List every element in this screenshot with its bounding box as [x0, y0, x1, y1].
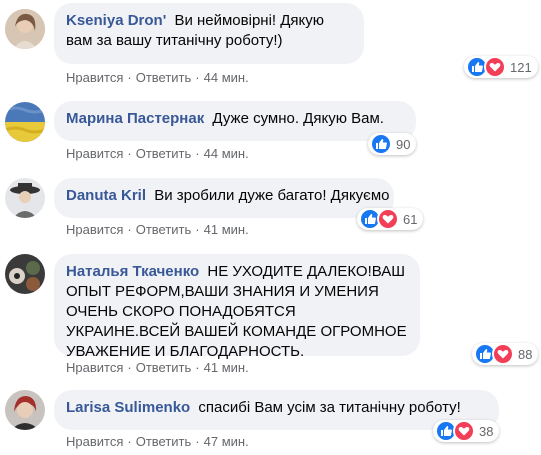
- reaction-count: 90: [396, 136, 411, 152]
- comment-text: Ви зробили дуже багато! Дякуємо: [154, 187, 390, 204]
- comment-item: Kseniya Dron' Ви неймовірні! Дякую вам з…: [0, 0, 541, 90]
- reply-link[interactable]: Ответить: [136, 70, 192, 85]
- love-reaction-icon: [484, 56, 506, 78]
- reaction-summary[interactable]: 88: [472, 343, 539, 365]
- separator-dot: ·: [195, 222, 200, 237]
- separator-dot: ·: [195, 146, 200, 161]
- avatar[interactable]: [5, 102, 45, 142]
- comment-author[interactable]: Danuta Kril: [66, 187, 146, 204]
- comment-author[interactable]: Наталья Ткаченко: [66, 263, 199, 280]
- comment-item: Danuta Kril Ви зробили дуже багато! Дяку…: [0, 170, 541, 250]
- comment-item: Марина Пастернак Дуже сумно. Дякую Вам. …: [0, 90, 541, 170]
- avatar[interactable]: [5, 390, 45, 430]
- like-link[interactable]: Нравится: [66, 146, 123, 161]
- comment-text: Дуже сумно. Дякую Вам.: [212, 110, 384, 127]
- separator-dot: ·: [127, 434, 132, 449]
- separator-dot: ·: [127, 360, 132, 375]
- separator-dot: ·: [127, 222, 132, 237]
- comment-timestamp[interactable]: 41 мин.: [204, 360, 249, 375]
- like-link[interactable]: Нравится: [66, 360, 123, 375]
- separator-dot: ·: [195, 70, 200, 85]
- avatar[interactable]: [5, 178, 45, 218]
- reaction-summary[interactable]: 61: [357, 208, 424, 230]
- separator-dot: ·: [195, 360, 200, 375]
- comment-timestamp[interactable]: 44 мин.: [204, 70, 249, 85]
- reply-link[interactable]: Ответить: [136, 360, 192, 375]
- comment-actions: Нравится · Ответить · 41 мин.: [66, 222, 249, 237]
- comment-bubble: Larisa Sulimenko спасибі Вам усім за тит…: [54, 390, 499, 430]
- comment-item: Наталья Ткаченко НЕ УХОДИТЕ ДАЛЕКО!ВАШ О…: [0, 250, 541, 380]
- comment-bubble: Kseniya Dron' Ви неймовірні! Дякую вам з…: [54, 3, 364, 64]
- comment-author[interactable]: Larisa Sulimenko: [66, 399, 190, 416]
- love-reaction-icon: [377, 208, 399, 230]
- reply-link[interactable]: Ответить: [136, 146, 192, 161]
- like-link[interactable]: Нравится: [66, 70, 123, 85]
- reaction-count: 61: [403, 211, 418, 227]
- comment-actions: Нравится · Ответить · 47 мин.: [66, 434, 249, 449]
- comment-text: спасибі Вам усім за титанічну роботу!: [198, 399, 461, 416]
- comment-actions: Нравится · Ответить · 44 мин.: [66, 70, 249, 85]
- separator-dot: ·: [195, 434, 200, 449]
- reply-link[interactable]: Ответить: [136, 222, 192, 237]
- reaction-count: 38: [479, 423, 494, 439]
- reaction-summary[interactable]: 121: [464, 56, 538, 78]
- comment-author[interactable]: Kseniya Dron': [66, 12, 166, 29]
- love-reaction-icon: [492, 343, 514, 365]
- separator-dot: ·: [127, 70, 132, 85]
- separator-dot: ·: [127, 146, 132, 161]
- like-reaction-icon: [370, 133, 392, 155]
- comment-actions: Нравится · Ответить · 41 мин.: [66, 360, 249, 375]
- comment-actions: Нравится · Ответить · 44 мин.: [66, 146, 249, 161]
- reaction-count: 88: [518, 346, 533, 362]
- comment-author[interactable]: Марина Пастернак: [66, 110, 204, 127]
- reaction-count: 121: [510, 59, 532, 75]
- like-link[interactable]: Нравится: [66, 222, 123, 237]
- reaction-summary[interactable]: 38: [433, 420, 500, 442]
- avatar[interactable]: [5, 254, 45, 294]
- comment-bubble: Наталья Ткаченко НЕ УХОДИТЕ ДАЛЕКО!ВАШ О…: [54, 254, 420, 360]
- reaction-summary[interactable]: 90: [368, 133, 417, 155]
- reply-link[interactable]: Ответить: [136, 434, 192, 449]
- like-link[interactable]: Нравится: [66, 434, 123, 449]
- comment-item: Larisa Sulimenko спасибі Вам усім за тит…: [0, 380, 541, 455]
- avatar[interactable]: [5, 9, 45, 49]
- comment-timestamp[interactable]: 47 мин.: [204, 434, 249, 449]
- comment-timestamp[interactable]: 41 мин.: [204, 222, 249, 237]
- comment-timestamp[interactable]: 44 мин.: [204, 146, 249, 161]
- comment-bubble: Марина Пастернак Дуже сумно. Дякую Вам.: [54, 101, 416, 141]
- comment-bubble: Danuta Kril Ви зробили дуже багато! Дяку…: [54, 178, 394, 218]
- love-reaction-icon: [453, 420, 475, 442]
